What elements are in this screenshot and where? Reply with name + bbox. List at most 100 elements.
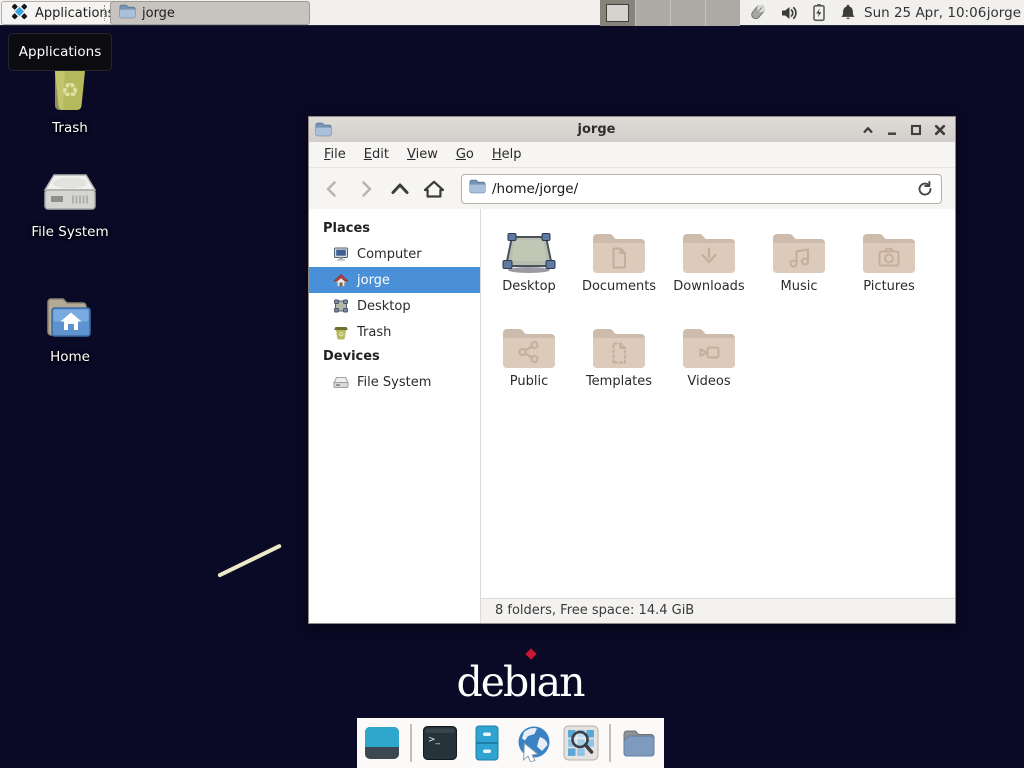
close-button[interactable] <box>933 123 947 137</box>
desktop-icon <box>333 298 349 314</box>
folder-documents-icon <box>591 223 647 275</box>
sidebar-item-computer[interactable]: Computer <box>309 241 480 267</box>
workspace-2[interactable] <box>635 0 670 26</box>
file-grid: Desktop Documents Downloads Music Pictures Pu… <box>481 209 941 396</box>
folder-pictures-icon <box>861 223 917 275</box>
sidebar-header-devices: Devices <box>309 345 480 369</box>
sidebar-header-places: Places <box>309 217 480 241</box>
system-tray <box>748 3 857 22</box>
reload-icon[interactable] <box>916 180 934 198</box>
maximize-button[interactable] <box>909 123 923 137</box>
sidebar: PlacesComputerjorge Desktop ♻TrashDevices F… <box>309 209 481 623</box>
filesystem-icon <box>333 374 349 390</box>
sidebar-item-file-system[interactable]: File System <box>309 369 480 395</box>
sidebar-item-desktop[interactable]: Desktop <box>309 293 480 319</box>
dock-web-browser-button[interactable] <box>515 724 553 762</box>
file-item-label: Pictures <box>863 279 914 294</box>
desktop-icon-file-system[interactable]: File System <box>10 172 130 240</box>
home-icon <box>43 293 97 345</box>
file-item-public[interactable]: Public <box>484 318 574 396</box>
file-item-videos[interactable]: Videos <box>664 318 754 396</box>
menu-bar: FileEditViewGoHelp <box>309 142 955 168</box>
toolbar: /home/jorge/ <box>309 168 955 209</box>
home-icon <box>333 272 349 288</box>
debian-logo: debıan <box>450 658 590 706</box>
stray-cursor-line <box>217 543 281 577</box>
back-button[interactable] <box>317 174 347 204</box>
desktop-icon <box>500 223 558 275</box>
xfce-logo-icon <box>10 2 29 25</box>
menu-edit[interactable]: Edit <box>355 144 398 165</box>
workspace-switcher[interactable] <box>600 0 740 26</box>
svg-text:>_: >_ <box>428 735 441 745</box>
sidebar-item-label: Trash <box>357 325 391 340</box>
filesystem-icon <box>43 172 97 220</box>
menu-file[interactable]: File <box>315 144 355 165</box>
volume-icon[interactable] <box>780 4 799 22</box>
menu-help[interactable]: Help <box>483 144 531 165</box>
folder-templates-icon <box>591 318 647 370</box>
sidebar-item-label: Desktop <box>357 299 411 314</box>
file-item-label: Music <box>781 279 818 294</box>
window-title: jorge <box>332 122 861 137</box>
status-bar: 8 folders, Free space: 14.4 GiB <box>481 598 955 623</box>
folder-music-icon <box>771 223 827 275</box>
tooltip-text: Applications <box>19 44 101 60</box>
desktop: Applications jorge Sun 25 Apr, 10:06 jor… <box>0 0 1024 768</box>
dock-separator <box>609 724 611 762</box>
path-folder-icon <box>469 179 486 198</box>
file-view[interactable]: Desktop Documents Downloads Music Pictures Pu… <box>481 209 955 598</box>
file-item-pictures[interactable]: Pictures <box>844 223 934 301</box>
panel-clock[interactable]: Sun 25 Apr, 10:06 <box>864 0 986 26</box>
dock-show-desktop-button[interactable] <box>363 724 401 762</box>
panel-username[interactable]: jorge <box>987 0 1021 26</box>
file-item-label: Documents <box>582 279 656 294</box>
folder-public-icon <box>501 318 557 370</box>
folder-icon <box>119 4 136 23</box>
panel-grip[interactable] <box>104 5 107 21</box>
menu-go[interactable]: Go <box>447 144 483 165</box>
file-item-desktop[interactable]: Desktop <box>484 223 574 301</box>
file-item-documents[interactable]: Documents <box>574 223 664 301</box>
workspace-4[interactable] <box>705 0 740 26</box>
file-item-music[interactable]: Music <box>754 223 844 301</box>
folder-videos-icon <box>681 318 737 370</box>
top-panel: Applications jorge Sun 25 Apr, 10:06 jor… <box>0 0 1024 26</box>
file-item-label: Templates <box>586 374 652 389</box>
file-item-label: Downloads <box>673 279 744 294</box>
file-item-templates[interactable]: Templates <box>574 318 664 396</box>
dock-terminal-button[interactable]: >_ <box>421 724 459 762</box>
shade-button[interactable] <box>861 123 875 137</box>
dock-file-manager-button[interactable] <box>468 724 506 762</box>
home-button[interactable] <box>419 174 449 204</box>
sidebar-item-jorge[interactable]: jorge <box>309 267 480 293</box>
path-field[interactable]: /home/jorge/ <box>461 174 942 204</box>
menu-view[interactable]: View <box>398 144 447 165</box>
workspace-3[interactable] <box>670 0 705 26</box>
window-folder-icon <box>315 122 332 137</box>
sidebar-item-label: File System <box>357 375 431 390</box>
workspace-1[interactable] <box>600 0 635 26</box>
desktop-icon-home[interactable]: Home <box>10 293 130 365</box>
file-item-label: Desktop <box>502 279 556 294</box>
dock-folder-button[interactable] <box>620 724 658 762</box>
path-value[interactable]: /home/jorge/ <box>492 181 910 197</box>
file-item-label: Public <box>510 374 548 389</box>
dock-app-finder-button[interactable] <box>562 724 600 762</box>
taskbar-window-button[interactable]: jorge <box>110 1 310 25</box>
battery-icon[interactable] <box>811 3 827 22</box>
taskbar-window-label: jorge <box>142 6 175 21</box>
desktop-icon-label: Home <box>50 349 90 365</box>
bell-icon[interactable] <box>839 3 857 22</box>
titlebar-buttons <box>861 123 947 137</box>
minimize-button[interactable] <box>885 123 899 137</box>
mouse-icon[interactable] <box>748 3 768 22</box>
up-button[interactable] <box>385 174 415 204</box>
window-titlebar[interactable]: jorge <box>309 117 955 142</box>
sidebar-item-trash[interactable]: ♻Trash <box>309 319 480 345</box>
dock-separator <box>410 724 412 762</box>
forward-button[interactable] <box>351 174 381 204</box>
file-item-downloads[interactable]: Downloads <box>664 223 754 301</box>
applications-tooltip: Applications <box>8 33 112 71</box>
computer-icon <box>333 246 349 262</box>
